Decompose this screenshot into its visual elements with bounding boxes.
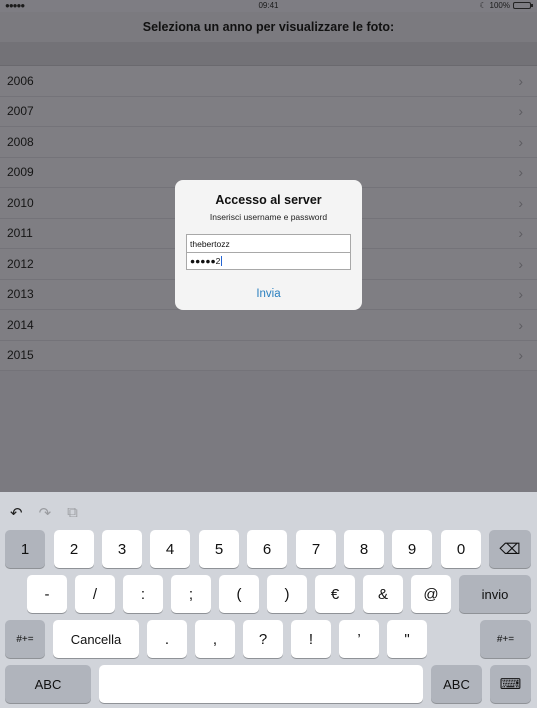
login-alert: Accesso al server Inserisci username e p… (175, 180, 362, 310)
key-apostrophe[interactable]: ’ (339, 620, 379, 658)
battery-percent: 100% (489, 1, 510, 10)
password-value: ●●●●●2 (190, 256, 221, 266)
delete-key[interactable]: ⌫ (489, 530, 531, 568)
return-key[interactable]: invio (459, 575, 531, 613)
key-5[interactable]: 5 (199, 530, 239, 568)
year-label: 2013 (7, 287, 34, 302)
year-label: 2008 (7, 134, 34, 149)
text-caret (221, 256, 223, 266)
key-6[interactable]: 6 (247, 530, 287, 568)
password-field[interactable]: ●●●●●2 (187, 252, 350, 269)
year-label: 2011 (7, 226, 33, 241)
key-4[interactable]: 4 (150, 530, 190, 568)
key-colon[interactable]: : (123, 575, 163, 613)
username-field[interactable]: thebertozz (187, 235, 350, 252)
year-row-2008[interactable]: 2008 › (0, 127, 537, 158)
undo-icon[interactable]: ↶ (10, 504, 23, 522)
symbols-key-left[interactable]: #+= (5, 620, 45, 658)
year-label: 2012 (7, 256, 34, 271)
page-title: Seleziona un anno per visualizzare le fo… (142, 20, 395, 34)
symbols-key-right[interactable]: #+= (480, 620, 531, 658)
key-ampersand[interactable]: & (363, 575, 403, 613)
status-bar: ●●●●● 09:41 ☾ 100% (0, 0, 537, 12)
key-2[interactable]: 2 (54, 530, 94, 568)
year-row-2015[interactable]: 2015 › (0, 340, 537, 371)
hide-keyboard-icon[interactable]: ⌨ (490, 665, 531, 703)
username-value: thebertozz (190, 238, 230, 249)
year-row-2014[interactable]: 2014 › (0, 310, 537, 341)
key-open-paren[interactable]: ( (219, 575, 259, 613)
chevron-right-icon: › (518, 225, 523, 242)
year-label: 2010 (7, 195, 34, 210)
send-button[interactable]: Invia (175, 288, 362, 300)
key-close-paren[interactable]: ) (267, 575, 307, 613)
key-euro[interactable]: € (315, 575, 355, 613)
key-comma[interactable]: , (195, 620, 235, 658)
key-1[interactable]: 1 (5, 530, 45, 568)
navigation-bar: Seleziona un anno per visualizzare le fo… (0, 12, 537, 42)
alert-title: Accesso al server (215, 193, 322, 207)
moon-icon: ☾ (479, 1, 487, 10)
space-key[interactable] (99, 665, 423, 703)
key-quote[interactable]: " (387, 620, 427, 658)
key-3[interactable]: 3 (102, 530, 142, 568)
keyboard-shortcuts: ↶ ↷ ⧉ (10, 504, 78, 522)
year-row-2007[interactable]: 2007 › (0, 96, 537, 127)
chevron-right-icon: › (518, 194, 523, 211)
status-right: ☾ 100% (479, 1, 533, 10)
key-at[interactable]: @ (411, 575, 451, 613)
key-slash[interactable]: / (75, 575, 115, 613)
key-semicolon[interactable]: ; (171, 575, 211, 613)
key-0[interactable]: 0 (441, 530, 481, 568)
year-row-2006[interactable]: 2006 › (0, 66, 537, 97)
key-question[interactable]: ? (243, 620, 283, 658)
cancel-key[interactable]: Cancella (53, 620, 139, 658)
chevron-right-icon: › (518, 255, 523, 272)
alert-fields: thebertozz ●●●●●2 (186, 234, 351, 270)
key-8[interactable]: 8 (344, 530, 384, 568)
chevron-right-icon: › (518, 286, 523, 303)
list-header (0, 42, 537, 66)
key-7[interactable]: 7 (296, 530, 336, 568)
key-period[interactable]: . (147, 620, 187, 658)
abc-key-left[interactable]: ABC (5, 665, 91, 703)
key-hyphen[interactable]: - (27, 575, 67, 613)
chevron-right-icon: › (518, 133, 523, 150)
year-label: 2007 (7, 104, 34, 119)
chevron-right-icon: › (518, 103, 523, 120)
chevron-right-icon: › (518, 72, 523, 89)
year-label: 2009 (7, 165, 34, 180)
chevron-right-icon: › (518, 316, 523, 333)
year-label: 2014 (7, 317, 34, 332)
year-label: 2015 (7, 348, 34, 363)
chevron-right-icon: › (518, 347, 523, 364)
redo-icon[interactable]: ↷ (39, 504, 52, 522)
key-9[interactable]: 9 (392, 530, 432, 568)
keyboard: ↶ ↷ ⧉ 1 2 3 4 5 6 7 8 9 0 ⌫ - / : ; ( ) … (0, 492, 537, 708)
empty-area (0, 372, 537, 492)
chevron-right-icon: › (518, 164, 523, 181)
status-time: 09:41 (258, 1, 279, 10)
paste-icon[interactable]: ⧉ (67, 504, 78, 522)
alert-message: Inserisci username e password (209, 212, 328, 222)
abc-key-right[interactable]: ABC (431, 665, 482, 703)
battery-icon (513, 2, 533, 9)
key-exclamation[interactable]: ! (291, 620, 331, 658)
year-label: 2006 (7, 73, 34, 88)
